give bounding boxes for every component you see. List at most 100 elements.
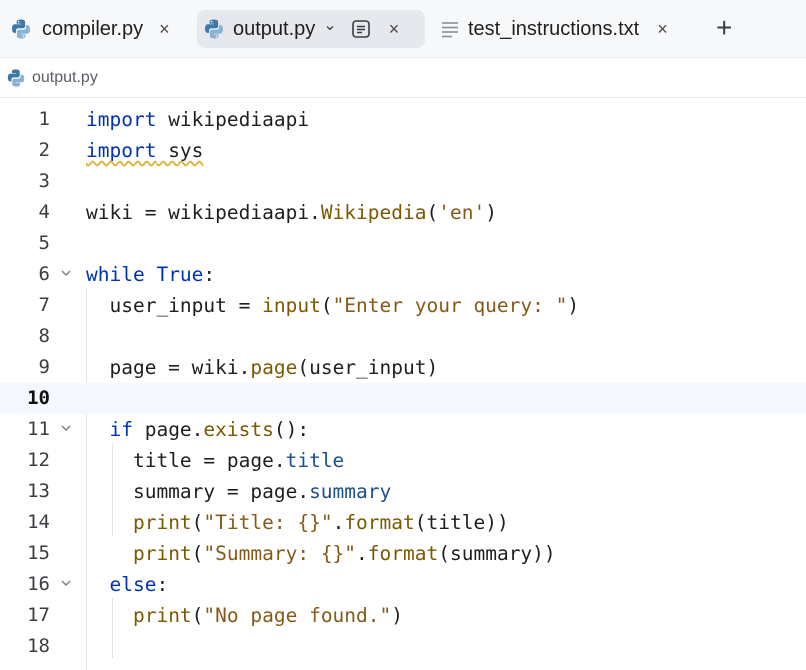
code-line[interactable]: 4 wiki = wikipediaapi.Wikipedia('en'): [0, 197, 806, 228]
tab-compiler[interactable]: compiler.py ×: [4, 10, 194, 48]
code-token: Wikipedia: [320, 201, 427, 224]
code-text: wiki = wikipediaapi.Wikipedia('en'): [86, 197, 497, 228]
python-icon: [6, 68, 26, 88]
code-line[interactable]: 9 page = wiki.page(user_input): [0, 352, 806, 383]
tab-test-instructions[interactable]: test_instructions.txt ×: [432, 10, 702, 48]
code-token: .: [332, 511, 345, 534]
python-icon: [203, 18, 225, 40]
editor-tab-bar: compiler.py × output.py ⌄ × test_instruc…: [0, 0, 806, 58]
chevron-down-icon[interactable]: ⌄: [323, 15, 336, 35]
code-line[interactable]: 7 user_input = input("Enter your query: …: [0, 290, 806, 321]
code-token: while: [86, 263, 145, 286]
line-number: 1: [38, 108, 50, 130]
line-number: 18: [27, 635, 50, 657]
code-token: ): [485, 201, 497, 224]
line-number: 9: [38, 356, 50, 378]
code-token: "No page found.": [203, 604, 392, 627]
tab-label: compiler.py: [42, 17, 144, 40]
code-text: import sys: [86, 135, 203, 166]
code-token: (: [320, 294, 333, 317]
code-token: print: [132, 604, 192, 627]
code-token: wiki = wikipediaapi.: [86, 201, 321, 224]
line-number: 7: [38, 294, 50, 316]
code-line[interactable]: 14 print("Title: {}".format(title)): [0, 507, 806, 538]
code-text: print("Summary: {}".format(summary)): [86, 538, 556, 569]
line-number: 11: [27, 418, 50, 440]
code-line[interactable]: 2 import sys: [0, 135, 806, 166]
code-token: "Summary: {}": [203, 542, 357, 565]
code-token: (: [191, 604, 204, 627]
code-token: 'en': [438, 201, 486, 224]
code-token: format: [344, 511, 415, 534]
code-token: ): [567, 294, 580, 317]
code-line[interactable]: 15 print("Summary: {}".format(summary)): [0, 538, 806, 569]
code-token: ():: [273, 418, 310, 441]
code-line[interactable]: 5: [0, 228, 806, 259]
line-number: 10: [27, 387, 50, 409]
code-text: title = page.title: [86, 445, 344, 476]
code-token: :: [156, 573, 169, 596]
reader-mode-icon[interactable]: [351, 19, 371, 39]
breadcrumb-file[interactable]: output.py: [32, 69, 98, 87]
code-token: "Enter your query: ": [332, 294, 568, 317]
code-line[interactable]: 8: [0, 321, 806, 352]
code-token: (user_input): [297, 356, 439, 379]
code-text: import wikipediaapi: [86, 104, 309, 135]
line-number: 16: [27, 573, 50, 595]
code-line[interactable]: 6 while True:: [0, 259, 806, 290]
tab-output[interactable]: output.py ⌄ ×: [197, 10, 425, 48]
fold-chevron-icon[interactable]: [60, 267, 72, 279]
code-token: format: [367, 542, 439, 565]
line-number: 17: [27, 604, 50, 626]
code-token: (title)): [414, 511, 509, 534]
code-token: wikipediaapi: [156, 108, 310, 131]
fold-chevron-icon[interactable]: [60, 577, 72, 589]
code-token: page: [250, 356, 298, 379]
code-token: user_input =: [86, 294, 263, 317]
new-tab-button[interactable]: +: [716, 12, 732, 44]
code-token: print: [132, 542, 192, 565]
code-text: if page.exists():: [86, 414, 309, 445]
code-text: page = wiki.page(user_input): [86, 352, 438, 383]
code-line[interactable]: 10: [0, 383, 806, 414]
fold-chevron-icon[interactable]: [60, 422, 72, 434]
tab-label: test_instructions.txt: [468, 17, 640, 40]
code-token: input: [262, 294, 321, 317]
tab-label: output.py: [233, 17, 316, 40]
close-icon[interactable]: ×: [159, 19, 170, 40]
line-number: 3: [38, 170, 50, 192]
code-token: summary = page.: [86, 480, 310, 503]
code-line[interactable]: 18: [0, 631, 806, 662]
code-line[interactable]: 16 else:: [0, 569, 806, 600]
code-text: summary = page.summary: [86, 476, 391, 507]
code-token: "Title: {}": [203, 511, 333, 534]
code-line[interactable]: 3: [0, 166, 806, 197]
code-editor[interactable]: 1 import wikipediaapi 2 import sys 3 4 wiki = …: [0, 102, 806, 670]
code-token: (: [426, 201, 439, 224]
line-number: 12: [27, 449, 50, 471]
code-line[interactable]: 12 title = page.title: [0, 445, 806, 476]
code-line[interactable]: 17 print("No page found."): [0, 600, 806, 631]
code-token: import: [86, 139, 157, 162]
code-text: user_input = input("Enter your query: "): [86, 290, 579, 321]
code-token: summary: [309, 480, 392, 503]
line-number: 5: [38, 232, 50, 254]
code-token: sys: [156, 139, 204, 162]
code-token: (: [191, 511, 204, 534]
code-token: title = page.: [86, 449, 286, 472]
code-line[interactable]: 11 if page.exists():: [0, 414, 806, 445]
code-line[interactable]: 1 import wikipediaapi: [0, 104, 806, 135]
close-icon[interactable]: ×: [657, 19, 668, 40]
code-token: else: [109, 573, 157, 596]
code-token: (: [191, 542, 204, 565]
code-text: else:: [86, 569, 168, 600]
code-token: print: [132, 511, 192, 534]
line-number: 14: [27, 511, 50, 533]
line-number: 8: [38, 325, 50, 347]
close-icon[interactable]: ×: [389, 19, 400, 40]
code-line[interactable]: 13 summary = page.summary: [0, 476, 806, 507]
